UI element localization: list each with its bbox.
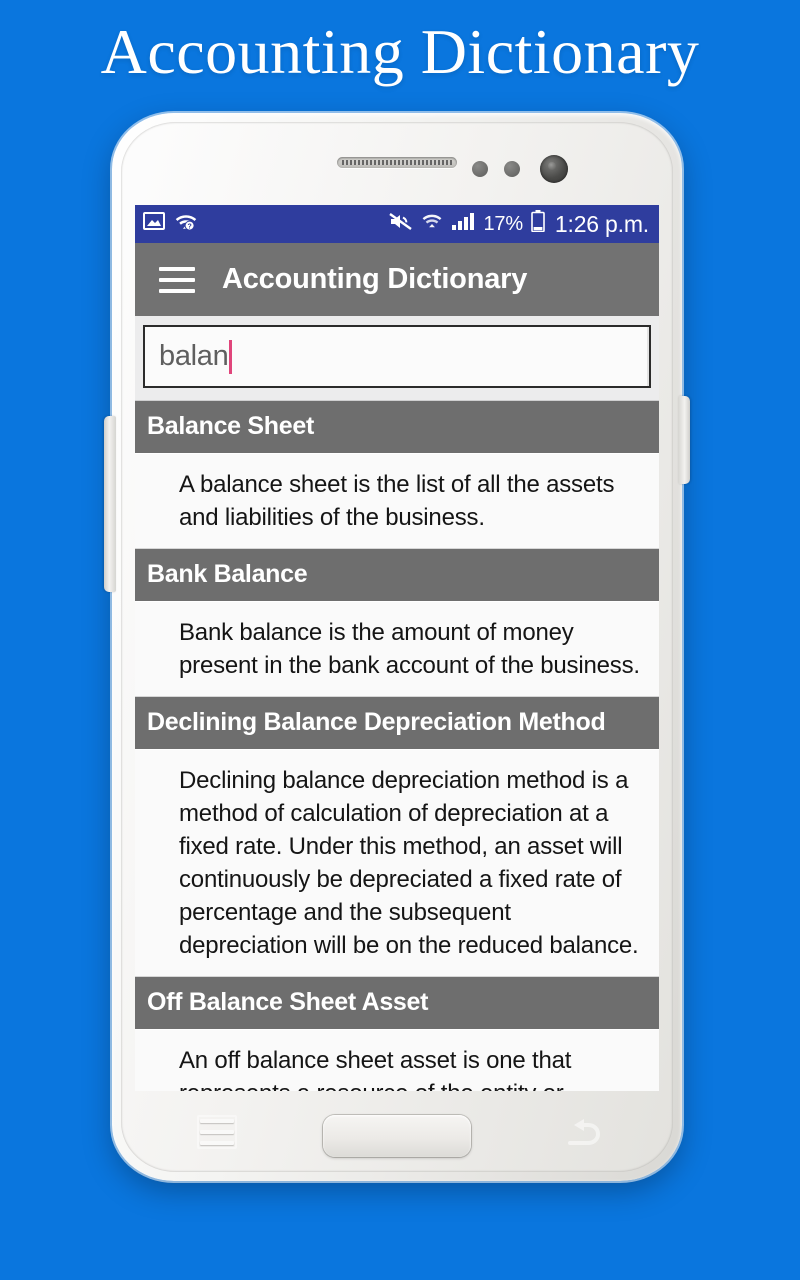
entry-term[interactable]: Declining Balance Depreciation Method [135, 697, 659, 750]
home-button[interactable] [323, 1115, 471, 1157]
status-bar-right-icons: 17% 1:26 p.m. [388, 210, 649, 238]
volume-rocker-button[interactable] [104, 416, 116, 592]
status-bar-left-icons: ? [143, 211, 198, 238]
list-item[interactable]: Off Balance Sheet Asset An off balance s… [135, 977, 659, 1091]
proximity-sensor-icon [472, 161, 488, 177]
menu-key-icon[interactable] [197, 1115, 237, 1149]
entry-definition: Declining balance depreciation method is… [135, 750, 659, 977]
search-input[interactable]: balan [143, 325, 651, 388]
back-key-icon[interactable] [562, 1115, 604, 1149]
wifi-question-icon: ? [174, 211, 198, 238]
list-item[interactable]: Balance Sheet A balance sheet is the lis… [135, 401, 659, 549]
hamburger-icon[interactable] [159, 266, 195, 293]
search-input-value: balan [159, 340, 229, 372]
image-icon [143, 211, 165, 237]
phone-screen: ? 17% 1:26 p.m. Accounting Dictionary ba… [135, 205, 659, 1091]
phone-device: ? 17% 1:26 p.m. Accounting Dictionary ba… [104, 113, 690, 1181]
wifi-icon [421, 211, 443, 237]
entry-term[interactable]: Bank Balance [135, 549, 659, 602]
dictionary-results-list[interactable]: Balance Sheet A balance sheet is the lis… [135, 401, 659, 1091]
mute-icon [388, 211, 413, 238]
signal-bars-icon [451, 211, 475, 237]
search-area: balan [135, 316, 659, 401]
list-item[interactable]: Declining Balance Depreciation Method De… [135, 697, 659, 977]
earpiece-speaker-icon [337, 157, 457, 168]
text-cursor [229, 339, 233, 374]
earpiece-mesh [342, 160, 452, 165]
status-bar: ? 17% 1:26 p.m. [135, 205, 659, 243]
battery-percent-label: 17% [483, 212, 523, 235]
entry-definition: An off balance sheet asset is one that r… [135, 1030, 659, 1091]
entry-term[interactable]: Balance Sheet [135, 401, 659, 454]
app-bar-title: Accounting Dictionary [222, 263, 528, 295]
front-camera-icon [540, 155, 568, 183]
app-bar: Accounting Dictionary [135, 243, 659, 316]
entry-definition: Bank balance is the amount of money pres… [135, 602, 659, 697]
page-title: Accounting Dictionary [100, 16, 700, 87]
battery-icon [531, 210, 545, 238]
entry-term[interactable]: Off Balance Sheet Asset [135, 977, 659, 1030]
power-button[interactable] [678, 396, 690, 484]
light-sensor-icon [504, 161, 520, 177]
svg-text:?: ? [187, 223, 191, 230]
entry-definition: A balance sheet is the list of all the a… [135, 454, 659, 549]
list-item[interactable]: Bank Balance Bank balance is the amount … [135, 549, 659, 697]
status-bar-clock: 1:26 p.m. [554, 210, 649, 237]
